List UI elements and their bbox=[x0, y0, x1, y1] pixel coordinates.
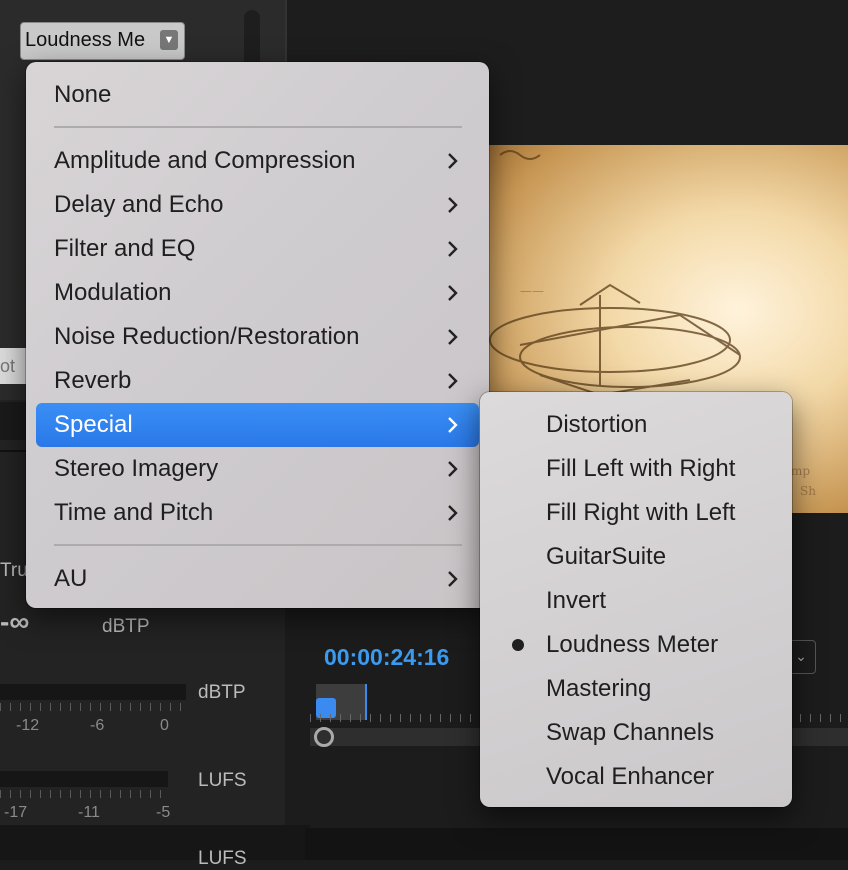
menu-item-none[interactable]: None bbox=[36, 73, 479, 117]
lufs-meter-ticks bbox=[0, 790, 168, 798]
submenu-item-label: GuitarSuite bbox=[546, 543, 667, 570]
submenu-item-fill-left-with-right[interactable]: Fill Left with Right bbox=[490, 447, 782, 491]
menu-item-label: Modulation bbox=[54, 279, 172, 306]
true-peak-label: Tru bbox=[0, 560, 28, 581]
menu-separator bbox=[54, 544, 462, 546]
selected-dot-icon bbox=[512, 639, 524, 651]
submenu-item-label: Invert bbox=[546, 587, 607, 614]
chevron-right-icon bbox=[447, 139, 461, 183]
submenu-item-label: Fill Left with Right bbox=[546, 455, 736, 482]
minus-infinity-value: -∞ bbox=[0, 606, 30, 637]
menu-item-label: Noise Reduction/Restoration bbox=[54, 323, 360, 350]
svg-text:Sh: Sh bbox=[800, 484, 816, 498]
menu-item-label: AU bbox=[54, 565, 88, 592]
menu-item-label: Filter and EQ bbox=[54, 235, 196, 262]
menu-item-label: Delay and Echo bbox=[54, 191, 224, 218]
submenu-item-loudness-meter[interactable]: Loudness Meter bbox=[490, 623, 782, 667]
chevron-right-icon bbox=[447, 447, 461, 491]
effect-slot-value: Loudness Me bbox=[25, 29, 146, 51]
menu-item-noise-reduction[interactable]: Noise Reduction/Restoration bbox=[36, 315, 479, 359]
menu-item-label: Stereo Imagery bbox=[54, 455, 219, 482]
menu-item-stereo-imagery[interactable]: Stereo Imagery bbox=[36, 447, 479, 491]
lufs-footer-unit: LUFS bbox=[198, 848, 247, 869]
menu-item-reverb[interactable]: Reverb bbox=[36, 359, 479, 403]
submenu-item-swap-channels[interactable]: Swap Channels bbox=[490, 711, 782, 755]
special-submenu: Distortion Fill Left with Right Fill Rig… bbox=[480, 392, 792, 807]
chevron-right-icon bbox=[447, 315, 461, 359]
submenu-item-label: Fill Right with Left bbox=[546, 499, 736, 526]
menu-separator bbox=[54, 126, 462, 128]
svg-text:——: —— bbox=[520, 284, 544, 298]
lufs-scale-label: -11 bbox=[78, 804, 100, 821]
dbtp-scale-label: -12 bbox=[16, 717, 40, 734]
chevron-right-icon bbox=[447, 183, 461, 227]
effect-slot-dropdown[interactable]: Loudness Me ▼ bbox=[20, 22, 185, 60]
dbtp-meter-ticks bbox=[0, 703, 185, 711]
chevron-right-icon bbox=[447, 491, 461, 535]
chevron-right-icon bbox=[447, 403, 461, 447]
submenu-item-vocal-enhancer[interactable]: Vocal Enhancer bbox=[490, 755, 782, 799]
menu-item-filter-and-eq[interactable]: Filter and EQ bbox=[36, 227, 479, 271]
submenu-item-label: Swap Channels bbox=[546, 719, 715, 746]
text-input-fragment[interactable]: ot bbox=[0, 348, 26, 384]
submenu-item-label: Vocal Enhancer bbox=[546, 763, 715, 790]
menu-item-label: None bbox=[54, 81, 112, 108]
menu-item-amplitude-and-compression[interactable]: Amplitude and Compression bbox=[36, 139, 479, 183]
menu-item-label: Amplitude and Compression bbox=[54, 147, 356, 174]
menu-item-modulation[interactable]: Modulation bbox=[36, 271, 479, 315]
lufs-scale-label: -17 bbox=[4, 804, 28, 821]
chevron-right-icon bbox=[447, 227, 461, 271]
chevron-right-icon bbox=[447, 557, 461, 601]
submenu-item-label: Distortion bbox=[546, 411, 648, 438]
zoom-handle[interactable] bbox=[314, 727, 334, 747]
panel-footer bbox=[0, 825, 310, 860]
submenu-item-guitarsuite[interactable]: GuitarSuite bbox=[490, 535, 782, 579]
lufs-meter-unit: LUFS bbox=[198, 770, 247, 791]
bottom-bar bbox=[305, 828, 848, 860]
submenu-item-invert[interactable]: Invert bbox=[490, 579, 782, 623]
submenu-item-fill-right-with-left[interactable]: Fill Right with Left bbox=[490, 491, 782, 535]
timecode-display[interactable]: 00:00:24:16 bbox=[324, 644, 449, 671]
submenu-item-distortion[interactable]: Distortion bbox=[490, 403, 782, 447]
menu-item-special[interactable]: Special bbox=[36, 403, 479, 447]
dbtp-scale-label: 0 bbox=[160, 717, 169, 734]
menu-item-label: Time and Pitch bbox=[54, 499, 214, 526]
lufs-meter-bar bbox=[0, 771, 168, 787]
submenu-item-label: Loudness Meter bbox=[546, 631, 719, 658]
dbtp-meter-unit: dBTP bbox=[198, 682, 246, 703]
chevron-right-icon bbox=[447, 271, 461, 315]
lufs-scale-label: -5 bbox=[156, 804, 171, 821]
dbtp-unit-label: dBTP bbox=[102, 616, 150, 637]
chevron-right-icon bbox=[447, 359, 461, 403]
menu-item-label: Special bbox=[54, 411, 133, 438]
menu-item-label: Reverb bbox=[54, 367, 132, 394]
dbtp-scale-label: -6 bbox=[90, 717, 105, 734]
menu-item-delay-and-echo[interactable]: Delay and Echo bbox=[36, 183, 479, 227]
submenu-item-label: Mastering bbox=[546, 675, 652, 702]
submenu-item-mastering[interactable]: Mastering bbox=[490, 667, 782, 711]
dropdown-arrow-icon: ▼ bbox=[160, 30, 178, 50]
menu-item-au[interactable]: AU bbox=[36, 557, 479, 601]
dbtp-meter-bar bbox=[0, 684, 186, 700]
menu-item-time-and-pitch[interactable]: Time and Pitch bbox=[36, 491, 479, 535]
effects-menu: None Amplitude and Compression Delay and… bbox=[26, 62, 489, 608]
